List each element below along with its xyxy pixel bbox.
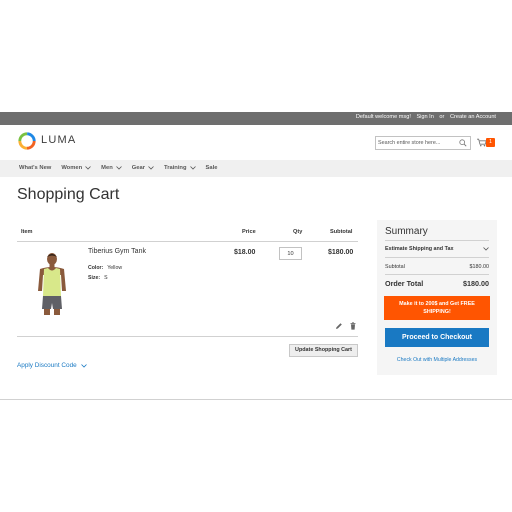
chevron-down-icon — [189, 166, 196, 170]
nav-item-training[interactable]: Training — [164, 165, 196, 171]
header-divider — [17, 241, 358, 242]
chevron-down-icon — [115, 166, 122, 170]
chevron-down-icon — [85, 166, 91, 170]
trash-icon[interactable] — [349, 322, 357, 330]
logo-text[interactable]: LUMA — [41, 134, 76, 146]
create-account-link[interactable]: Create an Account — [450, 114, 496, 120]
product-image[interactable] — [32, 251, 72, 315]
chevron-down-icon — [80, 363, 87, 368]
nav-item-gear[interactable]: Gear — [132, 165, 154, 171]
nav-item-whats-new[interactable]: What's New — [19, 165, 51, 171]
multi-address-checkout-link[interactable]: Check Out with Multiple Addresses — [377, 357, 497, 363]
nav-item-men[interactable]: Men — [101, 165, 122, 171]
apply-discount-label: Apply Discount Code — [17, 362, 77, 369]
main-navigation: What's New Women Men Gear Training Sale — [0, 160, 512, 177]
luma-logo-icon[interactable] — [18, 132, 36, 150]
nav-item-sale[interactable]: Sale — [206, 165, 218, 171]
item-subtotal: $180.00 — [328, 249, 354, 256]
search-box — [375, 136, 471, 150]
apply-discount-toggle[interactable]: Apply Discount Code — [17, 362, 87, 369]
or-separator: or — [439, 114, 445, 120]
nav-item-women[interactable]: Women — [61, 165, 91, 171]
product-option-size: Size: S — [88, 275, 108, 281]
welcome-message: Default welcome msg! — [355, 114, 411, 120]
summary-divider — [385, 240, 489, 241]
column-header-item: Item — [21, 229, 33, 235]
page-title: Shopping Cart — [17, 186, 120, 203]
subtotal-value: $180.00 — [469, 264, 490, 270]
update-cart-button[interactable]: Update Shopping Cart — [289, 344, 358, 357]
chevron-down-icon[interactable] — [483, 247, 489, 251]
summary-title: Summary — [385, 226, 428, 237]
product-option-color: Color: Yellow — [88, 265, 122, 271]
summary-divider — [385, 274, 489, 275]
qty-input[interactable] — [279, 247, 302, 260]
subtotal-label: Subtotal — [385, 264, 405, 270]
proceed-to-checkout-button[interactable]: Proceed to Checkout — [385, 328, 489, 347]
top-bar: Default welcome msg! Sign In or Create a… — [0, 112, 512, 125]
search-icon[interactable] — [459, 139, 467, 147]
order-total-label: Order Total — [385, 279, 424, 288]
row-divider — [17, 336, 358, 337]
option-label: Color: — [88, 265, 104, 271]
free-shipping-banner: Make it to 200$ and Get FREE SHIPPING! — [384, 296, 490, 320]
sign-in-link[interactable]: Sign In — [416, 114, 433, 120]
search-input[interactable] — [378, 138, 458, 148]
minicart[interactable]: 1 — [477, 137, 497, 149]
option-label: Size: — [88, 275, 101, 281]
product-name-link[interactable]: Tiberius Gym Tank — [88, 248, 146, 255]
order-summary: Summary Estimate Shipping and Tax Subtot… — [377, 220, 497, 375]
column-header-subtotal: Subtotal — [330, 229, 353, 235]
site-header: LUMA 1 — [0, 125, 512, 160]
option-value: S — [104, 275, 108, 281]
order-total-value: $180.00 — [463, 279, 489, 288]
summary-divider — [385, 257, 489, 258]
option-value: Yellow — [107, 265, 123, 271]
column-header-price: Price — [242, 229, 256, 235]
pencil-icon[interactable] — [335, 322, 343, 330]
estimate-shipping-toggle[interactable]: Estimate Shipping and Tax — [385, 246, 454, 252]
header-links: Default welcome msg! Sign In or Create a… — [352, 114, 496, 120]
column-header-qty: Qty — [293, 229, 303, 235]
cart-count-badge: 1 — [486, 138, 495, 147]
footer-divider — [0, 399, 512, 400]
item-price: $18.00 — [234, 249, 256, 256]
chevron-down-icon — [148, 166, 154, 170]
